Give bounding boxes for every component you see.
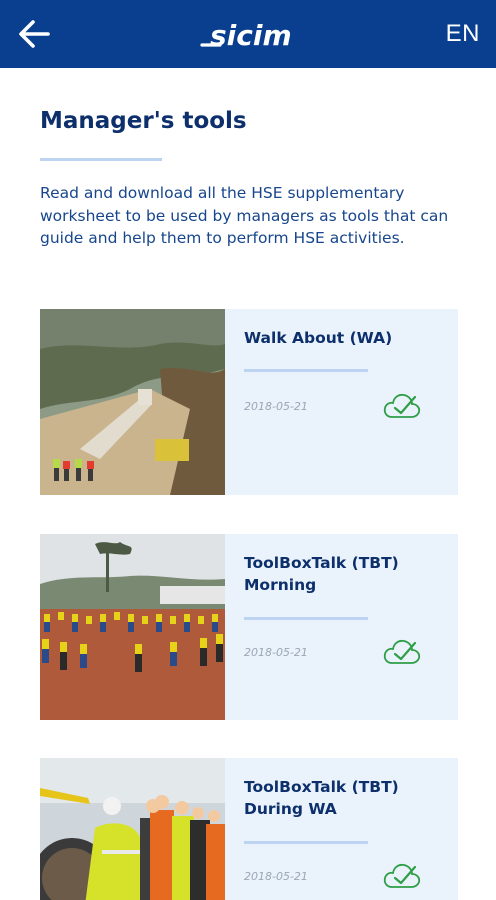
card-panel[interactable]: Walk About (WA) 2018-05-21 [225,309,458,495]
card-date: 2018-05-21 [244,400,308,413]
language-button[interactable]: EN [446,20,480,48]
app-bar: sicim EN [0,0,496,68]
tool-card-walk-about[interactable]: Walk About (WA) 2018-05-21 [40,309,458,495]
back-button[interactable] [14,14,54,54]
card-divider [244,617,368,620]
check-cloud-icon[interactable] [383,637,421,667]
arrow-left-icon [19,20,50,48]
sicim-logo: sicim [198,18,302,52]
card-date: 2018-05-21 [244,870,308,883]
card-title: ToolBoxTalk (TBT) Morning [244,554,399,594]
card-photo-construction-site [40,309,225,495]
card-photo-workers-gathering [40,534,225,720]
check-cloud-icon[interactable] [383,391,421,421]
card-photo-pipeline-workers [40,758,225,900]
page-title: Manager's tools [40,108,247,134]
card-panel[interactable]: ToolBoxTalk (TBT) Morning 2018-05-21 [225,534,458,720]
card-panel[interactable]: ToolBoxTalk (TBT) During WA 2018-05-21 [225,758,458,900]
card-divider [244,369,368,372]
card-title: ToolBoxTalk (TBT) During WA [244,778,399,818]
card-title: Walk About (WA) [244,329,393,347]
card-divider [244,841,368,844]
check-cloud-icon[interactable] [383,861,421,891]
page-description: Read and download all the HSE supplement… [40,184,449,247]
title-divider [40,158,162,161]
tool-card-tbt-during-wa[interactable]: ToolBoxTalk (TBT) During WA 2018-05-21 [40,758,458,900]
tool-card-tbt-morning[interactable]: ToolBoxTalk (TBT) Morning 2018-05-21 [40,534,458,720]
logo-text: sicim [210,19,292,52]
card-date: 2018-05-21 [244,646,308,659]
